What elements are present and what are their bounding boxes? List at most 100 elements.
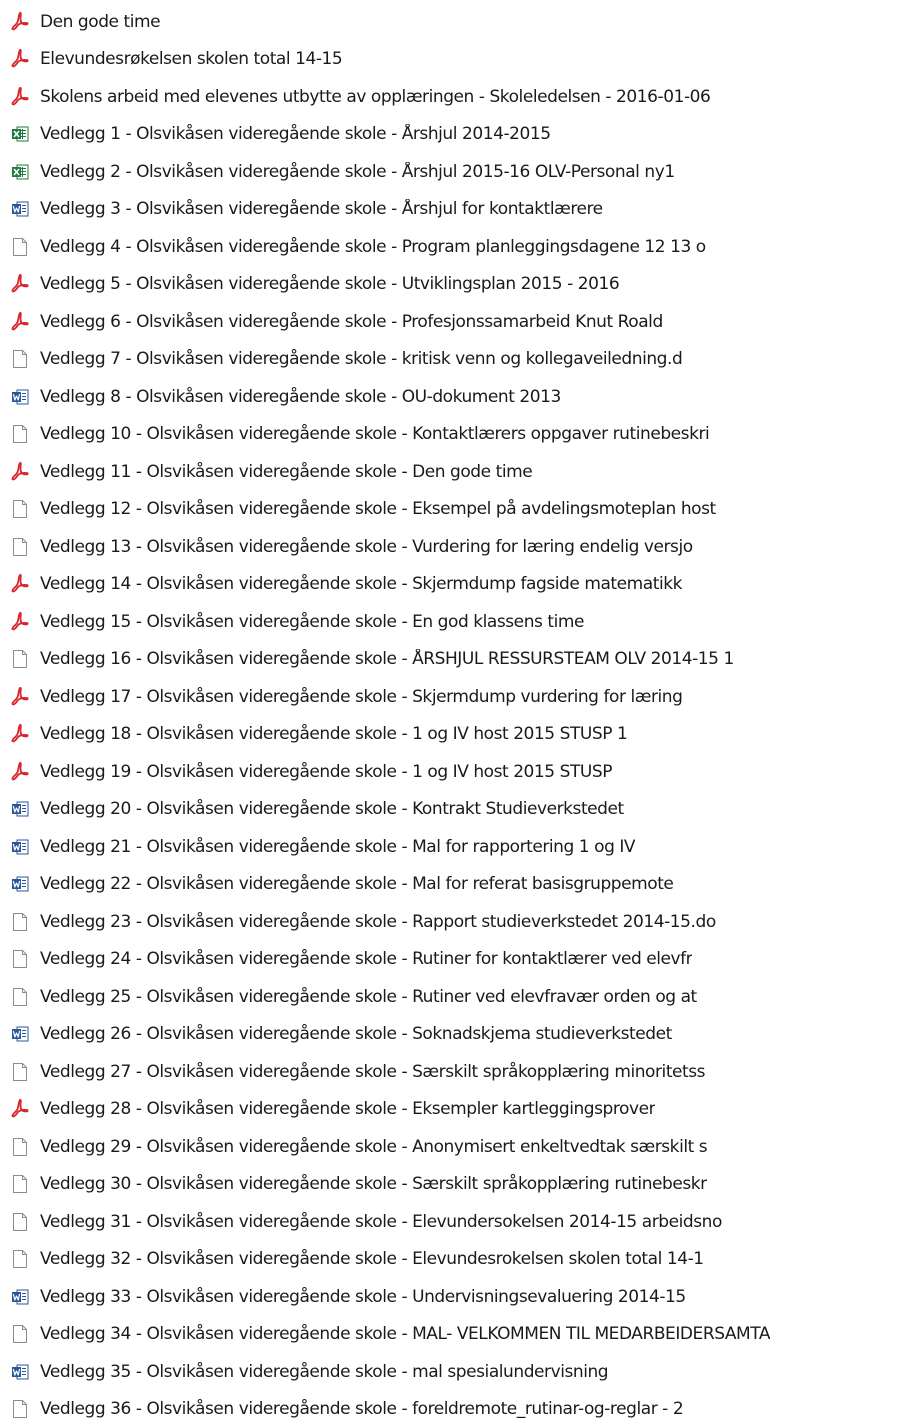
file-list-item[interactable]: Vedlegg 4 - Olsvikåsen videregående skol… xyxy=(0,228,924,266)
file-name: Vedlegg 22 - Olsvikåsen videregående sko… xyxy=(40,874,673,894)
blank-file-icon xyxy=(11,537,29,557)
file-name: Vedlegg 25 - Olsvikåsen videregående sko… xyxy=(40,987,697,1007)
blank-file-icon xyxy=(11,1137,29,1157)
file-name: Vedlegg 14 - Olsvikåsen videregående sko… xyxy=(40,574,682,594)
pdf-file-icon xyxy=(11,612,29,632)
file-name: Vedlegg 23 - Olsvikåsen videregående sko… xyxy=(40,912,716,932)
blank-file-icon xyxy=(11,949,29,969)
word-file-icon xyxy=(11,1024,29,1044)
blank-file-icon xyxy=(11,1062,29,1082)
file-list-item[interactable]: Vedlegg 36 - Olsvikåsen videregående sko… xyxy=(0,1391,924,1428)
file-list-item[interactable]: Vedlegg 11 - Olsvikåsen videregående sko… xyxy=(0,453,924,491)
file-list-item[interactable]: Vedlegg 30 - Olsvikåsen videregående sko… xyxy=(0,1166,924,1204)
blank-file-icon xyxy=(11,1324,29,1344)
file-list-item[interactable]: Vedlegg 2 - Olsvikåsen videregående skol… xyxy=(0,153,924,191)
file-name: Vedlegg 27 - Olsvikåsen videregående sko… xyxy=(40,1062,705,1082)
blank-file-icon xyxy=(11,424,29,444)
pdf-file-icon xyxy=(11,274,29,294)
file-list-item[interactable]: Vedlegg 29 - Olsvikåsen videregående sko… xyxy=(0,1128,924,1166)
file-name: Vedlegg 36 - Olsvikåsen videregående sko… xyxy=(40,1399,683,1419)
file-list-item[interactable]: Vedlegg 3 - Olsvikåsen videregående skol… xyxy=(0,191,924,229)
file-list-item[interactable]: Vedlegg 14 - Olsvikåsen videregående sko… xyxy=(0,566,924,604)
pdf-file-icon xyxy=(11,49,29,69)
pdf-file-icon xyxy=(11,687,29,707)
word-file-icon xyxy=(11,1362,29,1382)
file-name: Vedlegg 24 - Olsvikåsen videregående sko… xyxy=(40,949,692,969)
blank-file-icon xyxy=(11,237,29,257)
file-name: Vedlegg 16 - Olsvikåsen videregående sko… xyxy=(40,649,734,669)
file-list-item[interactable]: Vedlegg 21 - Olsvikåsen videregående sko… xyxy=(0,828,924,866)
pdf-file-icon xyxy=(11,12,29,32)
blank-file-icon xyxy=(11,1249,29,1269)
file-list-item[interactable]: Vedlegg 31 - Olsvikåsen videregående sko… xyxy=(0,1203,924,1241)
pdf-file-icon xyxy=(11,462,29,482)
file-name: Vedlegg 4 - Olsvikåsen videregående skol… xyxy=(40,237,706,257)
word-file-icon xyxy=(11,837,29,857)
file-name: Vedlegg 31 - Olsvikåsen videregående sko… xyxy=(40,1212,722,1232)
file-list-item[interactable]: Vedlegg 10 - Olsvikåsen videregående sko… xyxy=(0,416,924,454)
file-name: Vedlegg 18 - Olsvikåsen videregående sko… xyxy=(40,724,627,744)
file-list-item[interactable]: Den gode time xyxy=(0,3,924,41)
pdf-file-icon xyxy=(11,574,29,594)
file-list-item[interactable]: Vedlegg 12 - Olsvikåsen videregående sko… xyxy=(0,491,924,529)
blank-file-icon xyxy=(11,349,29,369)
file-list-item[interactable]: Vedlegg 16 - Olsvikåsen videregående sko… xyxy=(0,641,924,679)
file-list-item[interactable]: Vedlegg 34 - Olsvikåsen videregående sko… xyxy=(0,1316,924,1354)
file-name: Vedlegg 17 - Olsvikåsen videregående sko… xyxy=(40,687,682,707)
file-list-item[interactable]: Vedlegg 19 - Olsvikåsen videregående sko… xyxy=(0,753,924,791)
file-name: Den gode time xyxy=(40,12,160,32)
file-list-item[interactable]: Vedlegg 23 - Olsvikåsen videregående sko… xyxy=(0,903,924,941)
file-list-item[interactable]: Vedlegg 27 - Olsvikåsen videregående sko… xyxy=(0,1053,924,1091)
file-list-item[interactable]: Vedlegg 17 - Olsvikåsen videregående sko… xyxy=(0,678,924,716)
file-list-item[interactable]: Vedlegg 20 - Olsvikåsen videregående sko… xyxy=(0,791,924,829)
file-list-item[interactable]: Vedlegg 28 - Olsvikåsen videregående sko… xyxy=(0,1091,924,1129)
file-list-item[interactable]: Vedlegg 25 - Olsvikåsen videregående sko… xyxy=(0,978,924,1016)
file-list: Den gode time Elevundesrøkelsen skolen t… xyxy=(0,3,924,1428)
file-list-item[interactable]: Vedlegg 13 - Olsvikåsen videregående sko… xyxy=(0,528,924,566)
word-file-icon xyxy=(11,799,29,819)
pdf-file-icon xyxy=(11,87,29,107)
file-name: Vedlegg 33 - Olsvikåsen videregående sko… xyxy=(40,1287,686,1307)
file-name: Vedlegg 19 - Olsvikåsen videregående sko… xyxy=(40,762,612,782)
pdf-file-icon xyxy=(11,762,29,782)
file-list-item[interactable]: Vedlegg 1 - Olsvikåsen videregående skol… xyxy=(0,116,924,154)
file-name: Vedlegg 26 - Olsvikåsen videregående sko… xyxy=(40,1024,672,1044)
file-name: Elevundesrøkelsen skolen total 14-15 xyxy=(40,49,342,69)
blank-file-icon xyxy=(11,1174,29,1194)
file-name: Vedlegg 10 - Olsvikåsen videregående sko… xyxy=(40,424,709,444)
file-list-item[interactable]: Vedlegg 22 - Olsvikåsen videregående sko… xyxy=(0,866,924,904)
file-name: Vedlegg 13 - Olsvikåsen videregående sko… xyxy=(40,537,693,557)
file-list-item[interactable]: Skolens arbeid med elevenes utbytte av o… xyxy=(0,78,924,116)
file-list-item[interactable]: Vedlegg 6 - Olsvikåsen videregående skol… xyxy=(0,303,924,341)
excel-file-icon xyxy=(11,162,29,182)
file-list-item[interactable]: Vedlegg 33 - Olsvikåsen videregående sko… xyxy=(0,1278,924,1316)
word-file-icon xyxy=(11,199,29,219)
blank-file-icon xyxy=(11,987,29,1007)
file-name: Vedlegg 11 - Olsvikåsen videregående sko… xyxy=(40,462,532,482)
file-list-item[interactable]: Vedlegg 32 - Olsvikåsen videregående sko… xyxy=(0,1241,924,1279)
file-list-item[interactable]: Vedlegg 26 - Olsvikåsen videregående sko… xyxy=(0,1016,924,1054)
file-name: Vedlegg 1 - Olsvikåsen videregående skol… xyxy=(40,124,551,144)
file-name: Vedlegg 5 - Olsvikåsen videregående skol… xyxy=(40,274,619,294)
file-name: Vedlegg 12 - Olsvikåsen videregående sko… xyxy=(40,499,716,519)
file-list-item[interactable]: Vedlegg 15 - Olsvikåsen videregående sko… xyxy=(0,603,924,641)
file-list-item[interactable]: Vedlegg 24 - Olsvikåsen videregående sko… xyxy=(0,941,924,979)
file-name: Vedlegg 7 - Olsvikåsen videregående skol… xyxy=(40,349,682,369)
file-name: Skolens arbeid med elevenes utbytte av o… xyxy=(40,87,710,107)
file-list-item[interactable]: Vedlegg 5 - Olsvikåsen videregående skol… xyxy=(0,266,924,304)
word-file-icon xyxy=(11,387,29,407)
blank-file-icon xyxy=(11,1212,29,1232)
file-name: Vedlegg 32 - Olsvikåsen videregående sko… xyxy=(40,1249,704,1269)
file-list-item[interactable]: Elevundesrøkelsen skolen total 14-15 xyxy=(0,41,924,79)
file-list-item[interactable]: Vedlegg 18 - Olsvikåsen videregående sko… xyxy=(0,716,924,754)
file-list-item[interactable]: Vedlegg 35 - Olsvikåsen videregående sko… xyxy=(0,1353,924,1391)
file-name: Vedlegg 35 - Olsvikåsen videregående sko… xyxy=(40,1362,608,1382)
file-name: Vedlegg 21 - Olsvikåsen videregående sko… xyxy=(40,837,635,857)
blank-file-icon xyxy=(11,1399,29,1419)
file-name: Vedlegg 28 - Olsvikåsen videregående sko… xyxy=(40,1099,655,1119)
file-list-item[interactable]: Vedlegg 7 - Olsvikåsen videregående skol… xyxy=(0,341,924,379)
file-name: Vedlegg 8 - Olsvikåsen videregående skol… xyxy=(40,387,561,407)
blank-file-icon xyxy=(11,912,29,932)
file-name: Vedlegg 34 - Olsvikåsen videregående sko… xyxy=(40,1324,770,1344)
file-list-item[interactable]: Vedlegg 8 - Olsvikåsen videregående skol… xyxy=(0,378,924,416)
